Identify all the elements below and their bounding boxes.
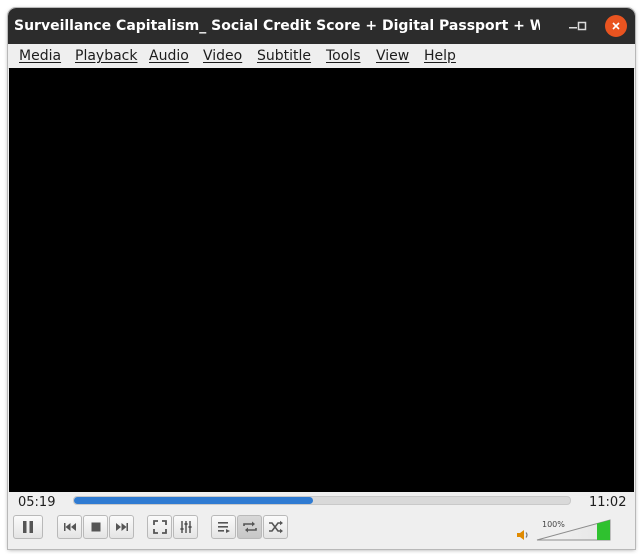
pause-icon: [23, 521, 33, 533]
maximize-icon: [577, 21, 587, 31]
playlist-icon: [217, 522, 230, 533]
next-button[interactable]: [109, 515, 134, 539]
fullscreen-icon: [152, 520, 167, 534]
previous-button[interactable]: [57, 515, 82, 539]
extended-settings-button[interactable]: [173, 515, 198, 539]
window-title: Surveillance Capitalism_ Social Credit S…: [14, 18, 540, 34]
skip-next-icon: [115, 523, 128, 531]
maximize-button[interactable]: [571, 15, 593, 37]
menu-audio[interactable]: Audio: [149, 44, 189, 68]
equalizer-sliders-icon: [180, 521, 191, 533]
menu-view[interactable]: View: [376, 44, 409, 68]
menu-playback[interactable]: Playback: [75, 44, 137, 68]
menu-bar: Media Playback Audio Video Subtitle Tool…: [8, 44, 635, 69]
playlist-button[interactable]: [211, 515, 236, 539]
stop-button[interactable]: [83, 515, 108, 539]
loop-button[interactable]: [237, 515, 262, 539]
vlc-window: Surveillance Capitalism_ Social Credit S…: [8, 8, 635, 549]
menu-help[interactable]: Help: [424, 44, 456, 68]
menu-subtitle[interactable]: Subtitle: [257, 44, 311, 68]
loop-icon: [242, 521, 257, 533]
shuffle-button[interactable]: [263, 515, 288, 539]
elapsed-time[interactable]: 05:19: [18, 494, 55, 512]
menu-tools[interactable]: Tools: [326, 44, 361, 68]
volume-slider[interactable]: [536, 519, 611, 541]
speaker-icon[interactable]: [516, 529, 530, 541]
shuffle-icon: [268, 520, 283, 534]
close-button[interactable]: [605, 15, 627, 37]
pause-button[interactable]: [13, 515, 43, 539]
video-display[interactable]: [9, 68, 634, 492]
title-bar[interactable]: Surveillance Capitalism_ Social Credit S…: [8, 8, 635, 44]
stop-icon: [91, 522, 100, 532]
skip-previous-icon: [63, 523, 76, 531]
total-time[interactable]: 11:02: [589, 494, 626, 512]
seek-bar[interactable]: [73, 496, 571, 505]
seek-progress: [74, 497, 313, 504]
menu-media[interactable]: Media: [19, 44, 61, 68]
fullscreen-button[interactable]: [147, 515, 172, 539]
close-icon: [612, 22, 620, 30]
menu-video[interactable]: Video: [203, 44, 242, 68]
